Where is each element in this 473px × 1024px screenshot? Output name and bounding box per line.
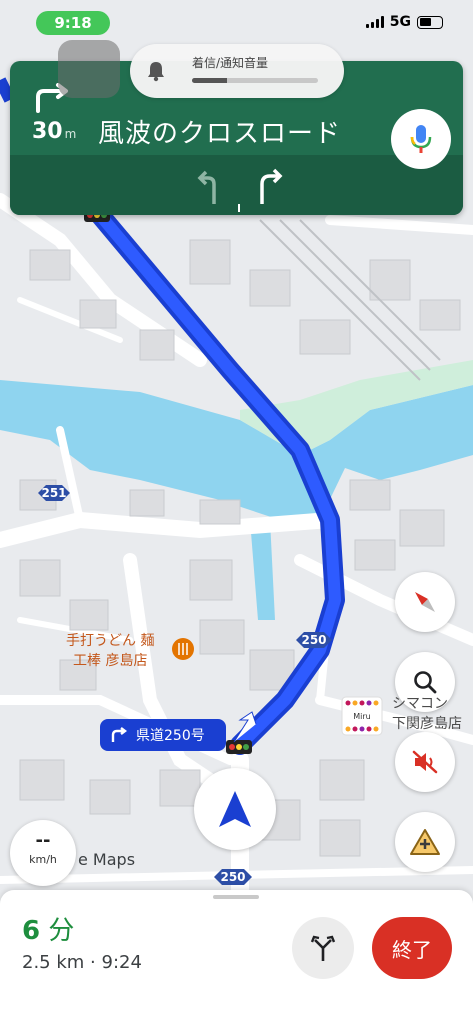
battery-icon [417,15,443,29]
compass-icon [415,592,435,612]
turn-right-icon [111,727,127,742]
volume-label: 着信/通知音量 [192,56,269,70]
speed-unit: km/h [29,853,57,866]
route-shield-250-bottom: 250 [214,869,252,885]
svg-text:250: 250 [220,870,245,884]
sheet-handle[interactable] [213,895,259,899]
mute-button[interactable] [395,732,455,792]
compass-button[interactable] [395,572,455,632]
status-time[interactable]: 9:18 [36,11,110,35]
lane-left-icon [197,170,216,204]
network-type: 5G [389,14,411,30]
poi-restaurant-line2: 工棒 彦島店 [73,653,148,669]
svg-text:250: 250 [301,633,326,647]
signal-icon [365,16,384,28]
voice-search-button[interactable] [391,109,451,169]
lane-divider [238,204,240,212]
navigation-arrow-icon [219,791,251,827]
poi-store-label[interactable]: シマコン 下関彦島店 [392,694,462,734]
poi-restaurant-label[interactable]: 手打うどん 麺 工棒 彦島店 [66,631,154,671]
poi-restaurant-line1: 手打うどん 麺 [66,633,155,649]
status-indicators: 5G [365,14,443,30]
svg-text:Miru: Miru [353,712,370,721]
bell-icon [148,62,164,82]
speaker-muted-icon [412,750,438,774]
speedometer: -- km/h [10,820,76,886]
maneuver-label: 県道250号 [100,719,226,751]
maneuver-distance: 30 m [32,119,77,144]
poi-store-line1: シマコン [392,696,448,712]
restaurant-pin-icon[interactable] [172,638,194,660]
eta-duration: 6 分 [22,916,75,946]
microphone-icon [410,125,432,153]
end-navigation-button[interactable]: 終了 [372,917,452,979]
current-location-button[interactable] [194,768,276,850]
poi-store-line2: 下関彦島店 [392,716,462,732]
warning-plus-icon [410,829,440,855]
overlay-button-ghost [58,40,120,98]
status-bar: 9:18 5G [0,0,473,44]
search-icon [414,671,437,694]
maneuver-label-text: 県道250号 [136,728,205,744]
store-logo-icon[interactable]: Miru [341,696,383,736]
route-shield-251: 251 [38,485,70,501]
volume-bar [192,78,318,83]
trip-details: 2.5 km · 9:24 [22,952,142,973]
lane-right-icon [260,168,283,204]
speed-value: -- [35,830,51,851]
svg-text:251: 251 [41,486,66,500]
traffic-light-icon [226,740,252,754]
map-watermark: e Maps [78,850,136,869]
report-incident-button[interactable] [395,812,455,872]
street-name: 風波のクロスロード [98,119,342,149]
lane-guidance [10,155,463,215]
volume-toast: 着信/通知音量 [130,44,344,98]
alternate-routes-button[interactable] [292,917,354,979]
trip-summary-sheet[interactable]: 6 分 2.5 km · 9:24 終了 [0,890,473,1024]
fork-routes-icon [310,935,336,961]
